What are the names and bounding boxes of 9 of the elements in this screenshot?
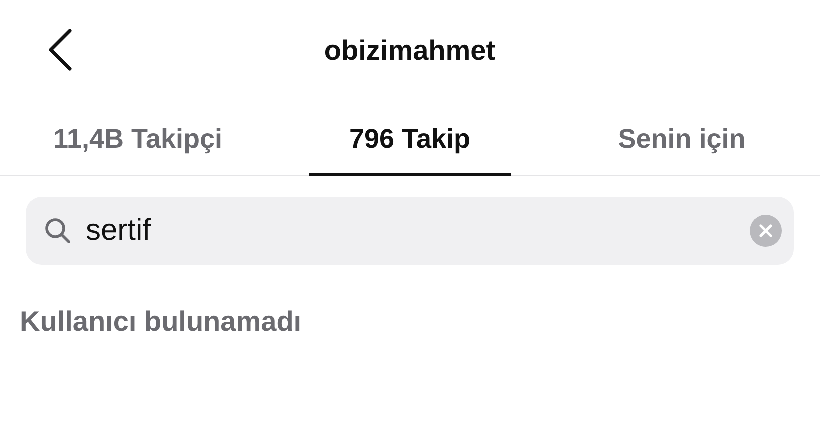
close-icon — [759, 224, 773, 238]
search-icon — [44, 217, 72, 245]
profile-username: obizimahmet — [324, 34, 496, 68]
empty-message: Kullanıcı bulunamadı — [20, 306, 302, 337]
back-icon — [47, 29, 73, 71]
search-field[interactable]: sertif — [26, 197, 794, 265]
tab[interactable]: 796 Takip — [309, 100, 511, 176]
tab[interactable]: Senin için — [581, 100, 783, 176]
tab[interactable]: 11,4B Takipçi — [37, 100, 239, 176]
